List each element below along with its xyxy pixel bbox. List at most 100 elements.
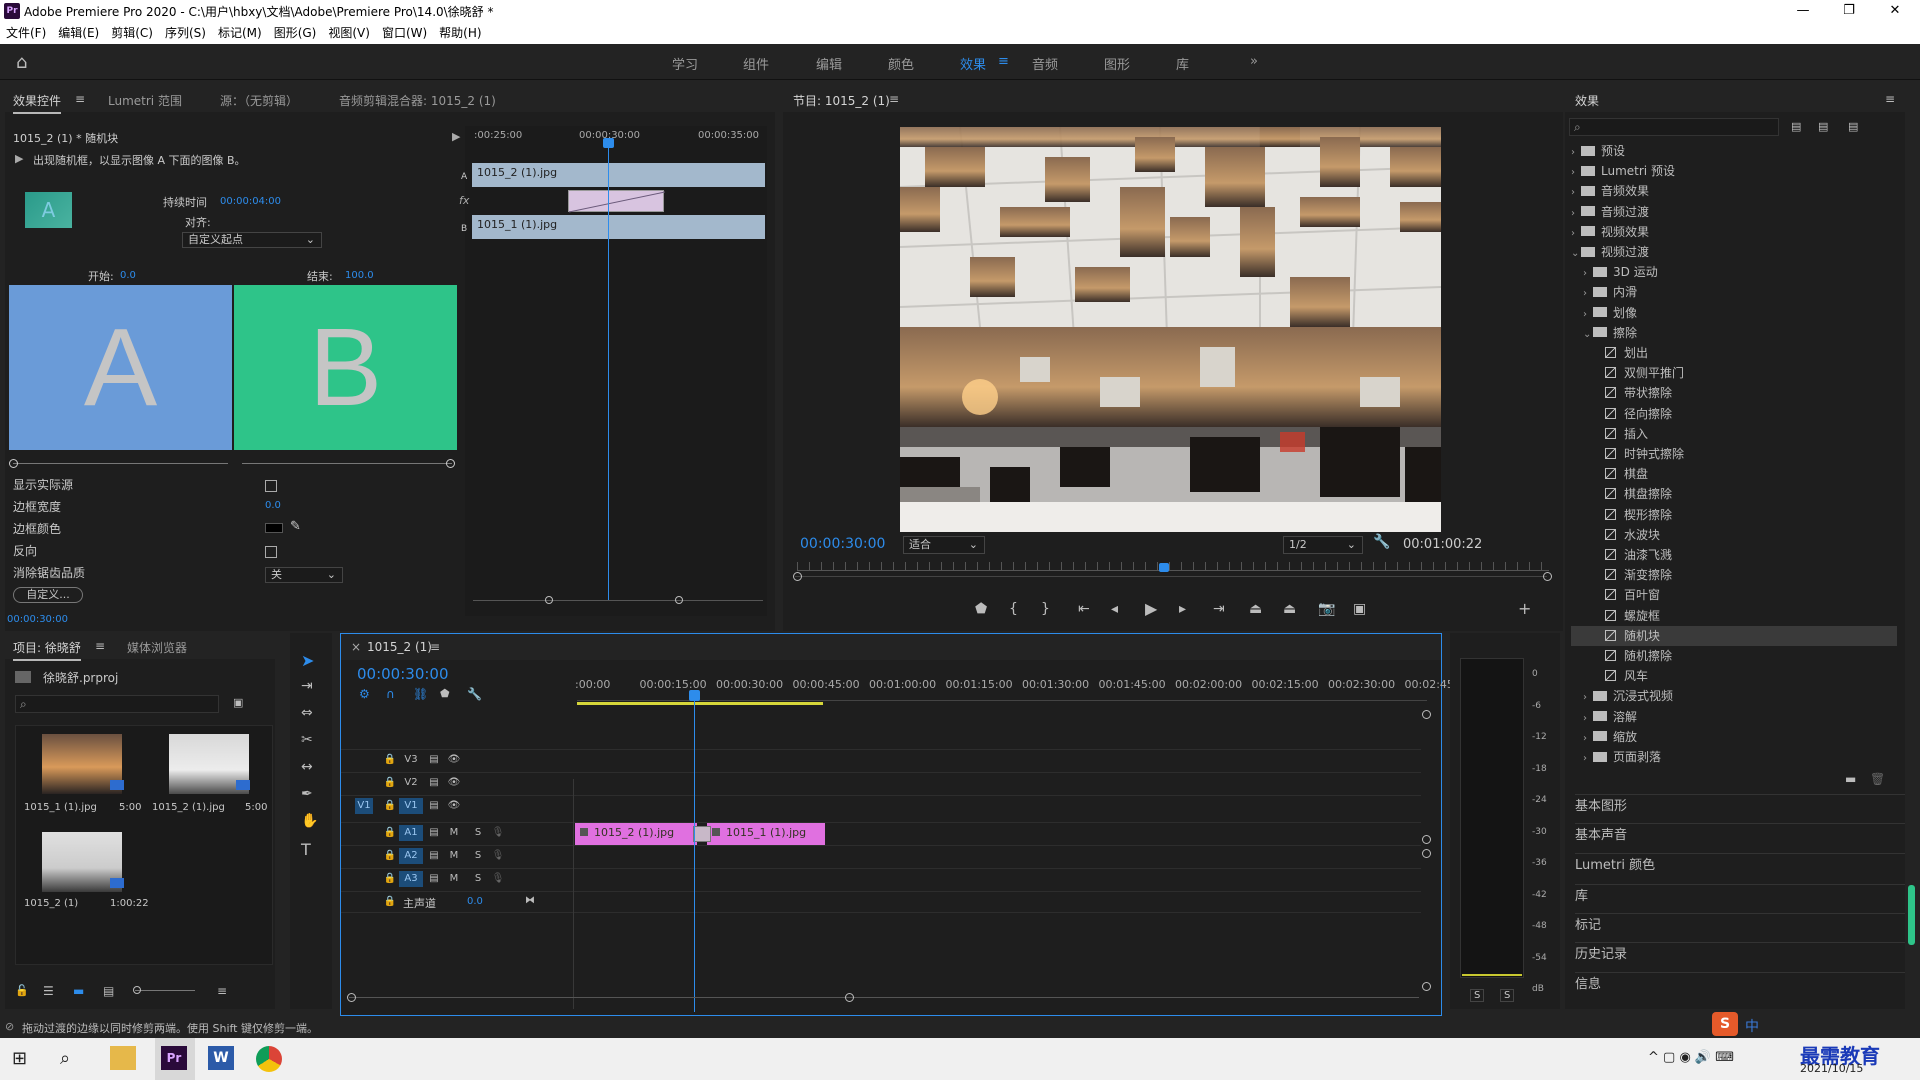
menu-edit[interactable]: 编辑(E) xyxy=(52,22,105,44)
tab-lumetri-scopes[interactable]: Lumetri 范围 xyxy=(108,92,182,109)
tab-menu-icon[interactable]: ≡ xyxy=(75,92,85,106)
menu-file[interactable]: 文件(F) xyxy=(0,22,52,44)
effects-folder[interactable]: › Lumetri 预设 xyxy=(1571,161,1897,181)
end-slider[interactable] xyxy=(242,463,452,464)
new-search-bin-icon[interactable]: ▣ xyxy=(233,696,243,709)
razor-tool-icon[interactable]: ✂ xyxy=(301,732,313,748)
mark-out-icon[interactable]: } xyxy=(1041,601,1050,617)
zoom-handle-left[interactable] xyxy=(545,596,553,604)
section-libraries[interactable]: 库 xyxy=(1575,884,1905,908)
start-slider[interactable] xyxy=(13,463,228,464)
workspace-menu-icon[interactable]: ≡ xyxy=(998,54,1009,69)
workspace-graphics[interactable]: 图形 xyxy=(1104,54,1130,73)
extract-icon[interactable]: ⏏ xyxy=(1283,601,1296,617)
voice-over-record-icon[interactable]: 🎙 xyxy=(489,825,507,841)
accelerated-effects-icon[interactable]: ▤ xyxy=(1791,120,1801,133)
track-row-v1[interactable] xyxy=(341,795,1421,817)
custom-button[interactable]: 自定义... xyxy=(13,587,83,603)
menu-window[interactable]: 窗口(W) xyxy=(376,22,433,44)
chevron-right-icon[interactable]: › xyxy=(1583,688,1593,708)
add-marker-icon[interactable]: ⬟ xyxy=(975,601,987,617)
program-menu-icon[interactable]: ≡ xyxy=(889,92,899,106)
comparison-view-icon[interactable]: ▣ xyxy=(1353,601,1366,617)
effects-folder[interactable]: › 音频过渡 xyxy=(1571,202,1897,222)
type-tool-icon[interactable]: T xyxy=(301,840,311,859)
thumbnail-size-slider[interactable] xyxy=(135,990,195,991)
section-markers[interactable]: 标记 xyxy=(1575,913,1905,937)
effect-item[interactable]: 渐变擦除 xyxy=(1595,565,1897,585)
chevron-right-icon[interactable]: › xyxy=(1583,729,1593,749)
effect-item[interactable]: 百叶窗 xyxy=(1595,585,1897,605)
icon-view-icon[interactable]: ▬ xyxy=(73,984,84,998)
track-target-v1[interactable]: V1 xyxy=(399,798,423,814)
mark-in-icon[interactable]: { xyxy=(1009,601,1018,617)
duration-value[interactable]: 00:00:04:00 xyxy=(220,196,281,207)
chevron-right-icon[interactable]: › xyxy=(1583,264,1593,284)
effect-item[interactable]: 水波块 xyxy=(1595,525,1897,545)
sync-lock-icon[interactable]: ▤ xyxy=(425,871,443,887)
fit-dropdown[interactable]: 适合 ⌄ xyxy=(903,536,985,554)
workspace-audio[interactable]: 音频 xyxy=(1032,54,1058,73)
mute-track-button[interactable]: M xyxy=(445,848,463,864)
sync-lock-icon[interactable]: ▤ xyxy=(425,752,443,768)
lock-track-icon[interactable]: 🔒 xyxy=(381,798,399,814)
workspace-learn[interactable]: 学习 xyxy=(672,54,698,73)
ripple-edit-tool-icon[interactable]: ⇔ xyxy=(301,705,313,721)
video-scroll-top[interactable] xyxy=(1422,710,1431,719)
project-menu-icon[interactable]: ≡ xyxy=(95,639,105,653)
effect-item[interactable]: 径向擦除 xyxy=(1595,404,1897,424)
play-transition-icon[interactable]: ▶ xyxy=(15,152,23,165)
program-title[interactable]: 节目: 1015_2 (1) xyxy=(793,92,890,109)
tab-media-browser[interactable]: 媒体浏览器 xyxy=(127,639,187,656)
chevron-right-icon[interactable]: › xyxy=(1571,204,1581,224)
audio-scroll-top[interactable] xyxy=(1422,849,1431,858)
effect-controls-timecode[interactable]: 00:00:30:00 xyxy=(7,614,68,625)
sort-icon[interactable]: ≡ xyxy=(217,984,227,998)
menu-graphics[interactable]: 图形(G) xyxy=(268,22,323,44)
resolution-dropdown[interactable]: 1/2 ⌄ xyxy=(1283,536,1363,554)
chevron-right-icon[interactable]: › xyxy=(1583,709,1593,729)
track-target-v2[interactable]: V2 xyxy=(399,775,423,791)
tab-effect-controls[interactable]: 效果控件 xyxy=(13,92,62,114)
play-icon[interactable]: ▶ xyxy=(1145,599,1157,618)
wrench-icon[interactable]: 🔧 xyxy=(1373,534,1390,550)
effects-menu-icon[interactable]: ≡ xyxy=(1885,92,1895,106)
step-back-icon[interactable]: ◂ xyxy=(1111,601,1118,617)
solo-track-button[interactable]: S xyxy=(469,848,487,864)
workspace-assembly[interactable]: 组件 xyxy=(743,54,769,73)
thumbnail-size-handle[interactable] xyxy=(133,986,141,994)
lock-track-icon[interactable]: 🔒 xyxy=(381,825,399,841)
minimize-button[interactable]: — xyxy=(1780,0,1826,22)
sync-lock-icon[interactable]: ▤ xyxy=(425,775,443,791)
file-explorer-icon[interactable] xyxy=(110,1046,136,1070)
start-slider-handle[interactable] xyxy=(9,459,18,468)
mini-playhead[interactable] xyxy=(608,140,609,600)
effect-item[interactable]: 随机块 xyxy=(1571,625,1897,646)
show-actual-source-checkbox[interactable] xyxy=(265,480,277,492)
maximize-button[interactable]: ❐ xyxy=(1826,0,1872,22)
track-row-v3[interactable] xyxy=(341,749,1421,771)
effects-folder[interactable]: › 内滑 xyxy=(1583,282,1897,302)
chrome-taskbar-icon[interactable] xyxy=(256,1046,282,1072)
go-to-out-icon[interactable]: ⇥ xyxy=(1213,601,1225,617)
lift-icon[interactable]: ⏏ xyxy=(1249,601,1262,617)
reverse-checkbox[interactable] xyxy=(265,546,277,558)
track-row-v2[interactable] xyxy=(341,772,1421,794)
timeline-playhead-handle[interactable] xyxy=(689,690,700,701)
program-playhead[interactable] xyxy=(1159,563,1169,572)
search-icon[interactable]: ⌕ xyxy=(60,1048,70,1069)
track-target-a3[interactable]: A3 xyxy=(399,871,423,887)
sogou-ime-icon[interactable]: S xyxy=(1712,1012,1738,1036)
source-patch-v1[interactable]: V1 xyxy=(355,798,373,814)
section-essential-graphics[interactable]: 基本图形 xyxy=(1575,794,1905,818)
end-value[interactable]: 100.0 xyxy=(345,270,374,281)
hand-tool-icon[interactable]: ✋ xyxy=(301,813,318,829)
effects-folder[interactable]: › 溶解 xyxy=(1583,707,1897,727)
toggle-output-eye-icon[interactable]: 👁 xyxy=(445,752,463,768)
voice-over-record-icon[interactable]: 🎙 xyxy=(489,871,507,887)
program-zoom-right-handle[interactable] xyxy=(1543,572,1552,581)
track-target-v3[interactable]: V3 xyxy=(399,752,423,768)
nest-sequence-icon[interactable]: ⚙ xyxy=(359,687,370,701)
tab-audio-clip-mixer[interactable]: 音频剪辑混合器: 1015_2 (1) xyxy=(339,92,496,109)
effect-item[interactable]: 油漆飞溅 xyxy=(1595,545,1897,565)
